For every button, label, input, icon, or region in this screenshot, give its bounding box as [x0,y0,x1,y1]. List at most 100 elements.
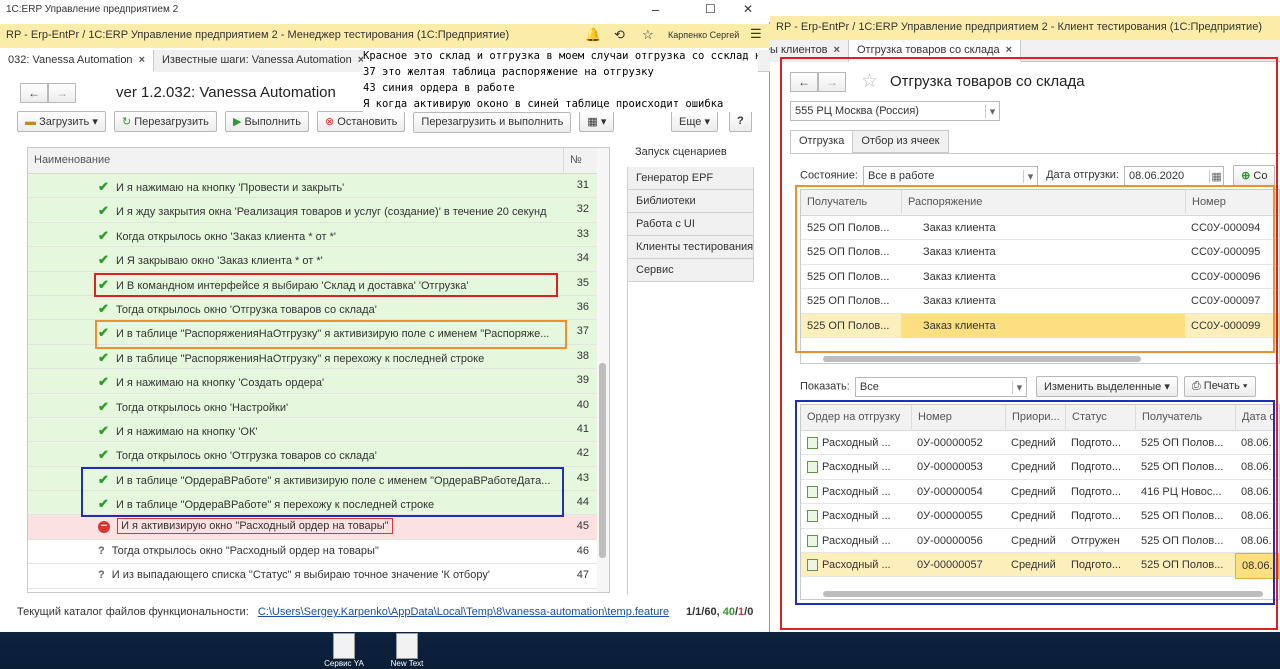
side-tabs: Запуск сценариев Генератор EPF Библиотеки Р… [627,141,754,282]
run-label: Выполнить [244,116,301,128]
reload-run-button[interactable]: Перезагрузить и выполнить [413,112,572,133]
stop-button[interactable]: ⊗ Остановить [317,111,406,132]
step-num: 33 [576,227,589,240]
step-num: 32 [576,203,589,216]
step-row[interactable]: ✔ Когда открылось окно 'Заказ клиента * … [28,222,609,248]
close-icon[interactable]: × [834,44,840,56]
document-icon [333,633,355,659]
step-num: 34 [576,252,589,265]
view-button[interactable]: ▦ ▾ [579,111,615,132]
step-num: 37 [576,325,589,338]
stats-tail: /0 [744,606,754,618]
tab-label: Отгрузка товаров со склада [856,44,1000,56]
side-tab[interactable]: Запуск сценариев [627,141,754,167]
help-button[interactable]: ? [729,111,752,132]
step-row[interactable]: ✔ И я нажимаю на кнопку 'ОК' 41 [28,417,609,443]
document-icon [396,633,418,659]
stop-label: Остановить [337,116,398,128]
note-text-box: Красное это склад и отгрузка в моем случ… [363,48,758,112]
side-tab[interactable]: Клиенты тестирования [627,236,754,259]
side-tab[interactable]: Работа с UI [627,213,754,236]
note-line: 43 синия ордера в работе [363,82,515,94]
note-line: Красное это склад и отгрузка в моем случ… [363,50,758,62]
check-icon: ✔ [98,422,109,438]
history-icon[interactable]: ⟲ [614,27,625,43]
more-button[interactable]: Еще ▾ [671,111,718,132]
step-row[interactable]: ? Тогда открылось окно "Расходный ордер … [28,539,609,565]
close-icon[interactable]: × [139,54,145,66]
forward-button[interactable]: → [48,83,76,103]
check-icon: ✔ [98,227,109,243]
reload-run-label: Перезагрузить и выполнить [421,116,564,128]
close-button[interactable]: ✕ [743,2,753,16]
step-row[interactable]: ✔ И я жду закрытия окна 'Реализация това… [28,198,609,223]
side-tab[interactable]: Генератор EPF [627,167,754,190]
reload-button[interactable]: ↻ Перезагрузить [113,111,217,132]
step-row[interactable]: ? И из выпадающего списка "Статус" я выб… [28,564,609,589]
step-text: И я нажимаю на кнопку 'Провести и закрыт… [115,182,345,194]
run-stats: 1/1/60, 40/1/0 [686,606,753,618]
app-header-title: RP - Erp-EntPr / 1C:ERP Управление предп… [6,29,510,41]
column-name[interactable]: Наименование [28,148,563,172]
star-icon[interactable]: ☆ [642,27,654,43]
step-num: 36 [576,300,589,313]
back-button[interactable]: ← [20,83,48,103]
feature-path-link[interactable]: C:\Users\Sergey.Karpenko\AppData\Local\T… [258,606,669,618]
step-row[interactable]: ✔ Тогда открылось окно 'Отгрузка товаров… [28,442,609,467]
step-text: Когда открылось окно 'Заказ клиента * от… [115,230,336,243]
steps-grid[interactable]: Наименование № ✔ И я нажимаю на кнопку 'П… [27,147,610,593]
step-row[interactable]: ✔ И Я закрываю окно 'Заказ клиента * от … [28,247,609,272]
column-num[interactable]: № [563,148,593,172]
step-num: 44 [576,496,589,509]
menu-icon[interactable]: ☰ [750,26,762,42]
tab-vanessa[interactable]: 032: Vanessa Automation × [0,50,154,72]
user-name[interactable]: Карпенко Сергей [668,30,739,40]
highlight-orange-frame [795,185,1275,353]
step-text: И я активизирую окно "Расходный ордер на… [117,518,393,535]
tab-label: 032: Vanessa Automation [8,54,133,66]
step-text: И в таблице "РаспоряженияНаОтгрузку" я п… [115,352,485,365]
step-row[interactable]: ✔ Тогда открылось окно 'Настройки' 40 [28,393,609,418]
error-icon: − [98,521,110,534]
right-app-header-title: RP - Erp-EntPr / 1C:ERP Управление предп… [776,21,1262,33]
footer: Текущий каталог файлов функциональности:… [17,606,669,618]
refresh-icon: ↻ [121,116,132,128]
vertical-scrollbar[interactable] [597,148,609,592]
step-text: И я жду закрытия окна 'Реализация товаро… [115,206,547,219]
step-row[interactable]: ✔ Тогда открылось окно 'Отгрузка товаров… [28,295,609,321]
step-row[interactable]: − И я активизирую окно "Расходный ордер … [28,515,609,540]
stop-icon: ⊗ [325,116,335,128]
side-tab[interactable]: Библиотеки [627,190,754,213]
desktop-icon-1[interactable]: Сервис YA [324,633,364,668]
run-button[interactable]: ▶ Выполнить [224,111,309,132]
note-line: 37 это желтая таблица распоряжение на от… [363,66,654,78]
check-icon: ✔ [98,447,109,463]
desktop-icon-2[interactable]: New Text [391,633,427,668]
step-num: 40 [576,398,589,411]
step-row[interactable]: ✔ И я нажимаю на кнопку 'Создать ордера'… [28,369,609,394]
tab-label: ы клиентов [770,44,828,56]
load-label: Загрузить [39,116,90,128]
step-row[interactable]: ✔ И я нажимаю на кнопку 'Провести и закр… [28,174,609,199]
window-titlebar: 1C:ERP Управление предприятием 2 – ☐ ✕ [0,0,770,22]
load-button[interactable]: ▬ Загрузить ▾ [17,111,106,132]
minimize-button[interactable]: – [652,2,659,17]
step-num: 41 [576,422,589,435]
step-text: Тогда открылось окно 'Отгрузка товаров с… [115,303,377,316]
app-header: RP - Erp-EntPr / 1C:ERP Управление предп… [0,24,770,48]
tab-known-steps[interactable]: Известные шаги: Vanessa Automation × [154,50,374,72]
step-text: И я нажимаю на кнопку 'Создать ордера' [115,377,325,390]
desktop-icon-label: Сервис YA [324,659,364,668]
grid-body: ✔ И я нажимаю на кнопку 'Провести и закр… [28,174,609,589]
right-app-header: RP - Erp-EntPr / 1C:ERP Управление предп… [770,16,1280,40]
maximize-button[interactable]: ☐ [705,2,716,16]
right-titlebar [770,0,1280,16]
scrollbar-thumb[interactable] [599,363,606,558]
step-num: 38 [576,349,589,362]
check-icon: ✔ [98,398,109,414]
step-text: И Я закрываю окно 'Заказ клиента * от *' [115,255,323,268]
tab-label: Известные шаги: Vanessa Automation [162,54,352,66]
close-icon[interactable]: × [1006,44,1012,56]
side-tab[interactable]: Сервис [627,259,754,282]
bell-icon[interactable]: 🔔 [585,27,601,43]
